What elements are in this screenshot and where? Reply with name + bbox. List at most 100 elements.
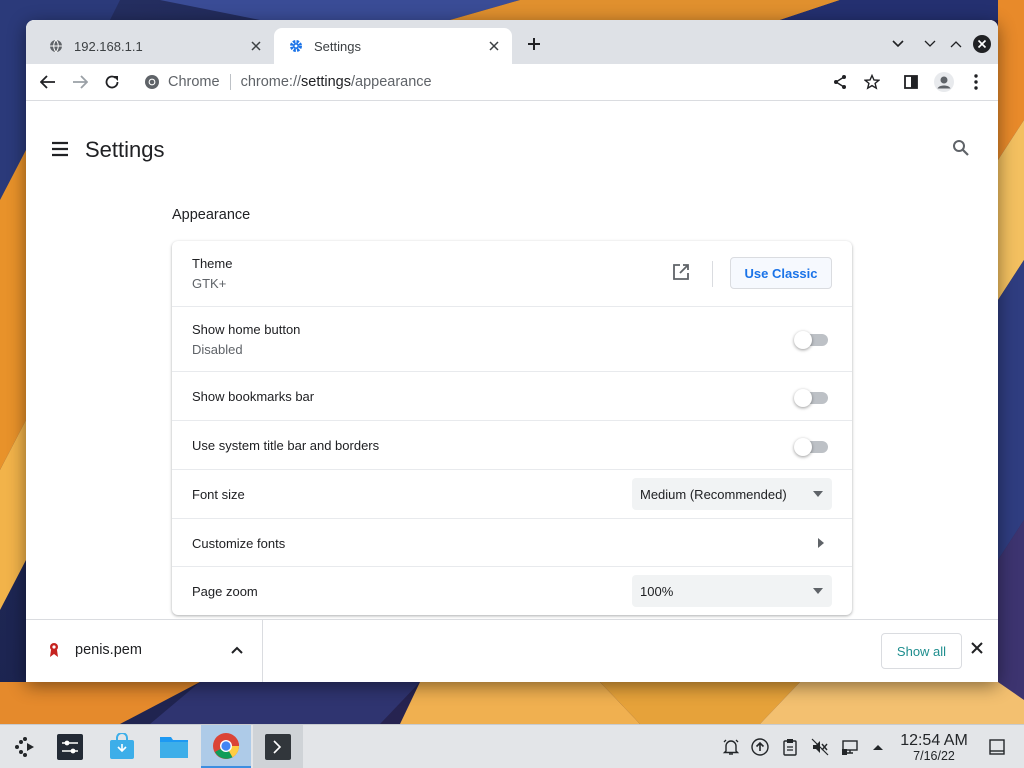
chevron-up-icon[interactable] — [230, 642, 246, 658]
close-tab-icon[interactable] — [244, 34, 268, 58]
page-title: Settings — [85, 137, 165, 162]
chevron-right-icon — [818, 538, 824, 548]
discover-store-icon — [110, 733, 134, 759]
side-panel-button[interactable] — [897, 68, 925, 96]
home-button-label: Show home button — [192, 322, 301, 337]
bookmarks-bar-label: Show bookmarks bar — [192, 389, 315, 404]
site-label: Chrome — [168, 74, 220, 90]
update-icon[interactable] — [750, 737, 770, 757]
file-manager-button[interactable] — [149, 725, 199, 768]
tab-title: Settings — [314, 38, 361, 54]
avatar-icon — [934, 72, 954, 92]
address-bar[interactable]: Chrome chrome://settings/appearance — [136, 68, 826, 96]
hamburger-menu-icon[interactable] — [50, 139, 70, 159]
tab-search-icon[interactable] — [886, 32, 910, 56]
page-zoom-label: Page zoom — [192, 584, 258, 599]
chrome-menu-button[interactable] — [962, 68, 990, 96]
forward-button[interactable] — [66, 68, 94, 96]
close-window-icon[interactable] — [970, 32, 994, 56]
browser-window: 192.168.1.1 Settings Chrome chrome:// se… — [26, 20, 998, 682]
kebab-menu-icon — [974, 74, 978, 90]
back-button[interactable] — [34, 68, 62, 96]
share-button[interactable] — [826, 68, 854, 96]
theme-row: Theme GTK+ Use Classic — [172, 241, 852, 306]
tab-settings[interactable]: Settings — [274, 28, 512, 64]
system-settings-icon — [57, 734, 83, 760]
url-prefix: chrome:// — [240, 74, 302, 90]
system-title-bar-toggle[interactable] — [794, 438, 828, 456]
download-file-name: penis.pem — [75, 642, 142, 658]
url-path: /appearance — [351, 74, 432, 90]
bookmarks-bar-toggle[interactable] — [794, 389, 828, 407]
page-zoom-value: 100% — [640, 583, 674, 599]
clock-date[interactable]: 7/16/22 — [897, 749, 971, 763]
network-icon[interactable] — [840, 737, 860, 757]
bookmarks-bar-row[interactable]: Show bookmarks bar — [172, 371, 852, 420]
file-manager-icon — [160, 737, 188, 758]
home-button-toggle[interactable] — [794, 331, 828, 349]
tab-router[interactable]: 192.168.1.1 — [34, 28, 274, 64]
minimize-icon[interactable] — [918, 32, 942, 56]
show-desktop-icon[interactable] — [987, 737, 1007, 757]
page-zoom-row: Page zoom 100% — [172, 566, 852, 615]
url-host: settings — [301, 74, 351, 90]
customize-fonts-row[interactable]: Customize fonts — [172, 518, 852, 566]
search-icon[interactable] — [952, 139, 976, 163]
reload-icon — [105, 75, 119, 89]
download-shelf: penis.pem Show all — [26, 619, 998, 682]
gear-icon — [288, 38, 304, 54]
profile-button[interactable] — [930, 68, 958, 96]
customize-fonts-label: Customize fonts — [192, 536, 286, 551]
back-arrow-icon — [40, 75, 55, 89]
theme-label: Theme — [192, 256, 233, 271]
font-size-row: Font size Medium (Recommended) — [172, 469, 852, 518]
home-button-status: Disabled — [192, 342, 243, 357]
side-panel-icon — [904, 75, 918, 89]
download-item[interactable]: penis.pem — [26, 620, 263, 682]
external-link-icon[interactable] — [672, 263, 692, 283]
close-tab-icon[interactable] — [482, 34, 506, 58]
tray-expand-icon[interactable] — [868, 737, 888, 757]
dropdown-caret-icon — [813, 491, 823, 497]
maximize-icon[interactable] — [944, 32, 968, 56]
chrome-page-icon — [145, 75, 159, 89]
taskbar — [0, 724, 1024, 768]
omnibox-separator — [229, 74, 231, 90]
tab-strip: 192.168.1.1 Settings — [26, 20, 998, 64]
system-settings-button[interactable] — [45, 725, 95, 768]
settings-page: Settings Appearance Theme GTK+ Use Class… — [26, 101, 998, 619]
font-size-label: Font size — [192, 487, 245, 502]
font-size-value: Medium (Recommended) — [640, 486, 787, 502]
font-size-select[interactable]: Medium (Recommended) — [632, 478, 832, 510]
terminal-icon — [265, 734, 291, 760]
reload-button[interactable] — [98, 68, 126, 96]
chrome-taskbar-button[interactable] — [201, 725, 251, 768]
theme-value: GTK+ — [192, 276, 227, 291]
system-title-bar-row[interactable]: Use system title bar and borders — [172, 420, 852, 469]
notifications-bell-icon[interactable] — [721, 737, 741, 757]
show-all-button[interactable]: Show all — [881, 633, 962, 669]
clipboard-icon[interactable] — [780, 737, 800, 757]
certificate-file-icon — [50, 643, 58, 657]
app-launcher-icon — [15, 737, 34, 757]
volume-muted-icon[interactable] — [810, 737, 830, 757]
section-title: Appearance — [172, 207, 251, 223]
close-shelf-icon[interactable] — [970, 641, 990, 661]
app-launcher-button[interactable] — [0, 725, 50, 768]
chrome-icon — [213, 732, 240, 759]
use-classic-button[interactable]: Use Classic — [730, 257, 832, 289]
clock-time[interactable]: 12:54 AM — [897, 732, 971, 750]
browser-toolbar: Chrome chrome://settings/appearance — [26, 64, 998, 101]
share-icon — [834, 75, 846, 89]
page-zoom-select[interactable]: 100% — [632, 575, 832, 607]
star-icon — [864, 74, 880, 90]
system-title-bar-label: Use system title bar and borders — [192, 438, 380, 453]
forward-arrow-icon — [73, 75, 88, 89]
home-button-row[interactable]: Show home button Disabled — [172, 306, 852, 371]
discover-store-button[interactable] — [97, 725, 147, 768]
divider — [712, 261, 713, 287]
tab-title: 192.168.1.1 — [74, 38, 143, 54]
bookmark-star-button[interactable] — [858, 68, 886, 96]
new-tab-button[interactable] — [522, 32, 546, 56]
terminal-button[interactable] — [253, 725, 303, 768]
